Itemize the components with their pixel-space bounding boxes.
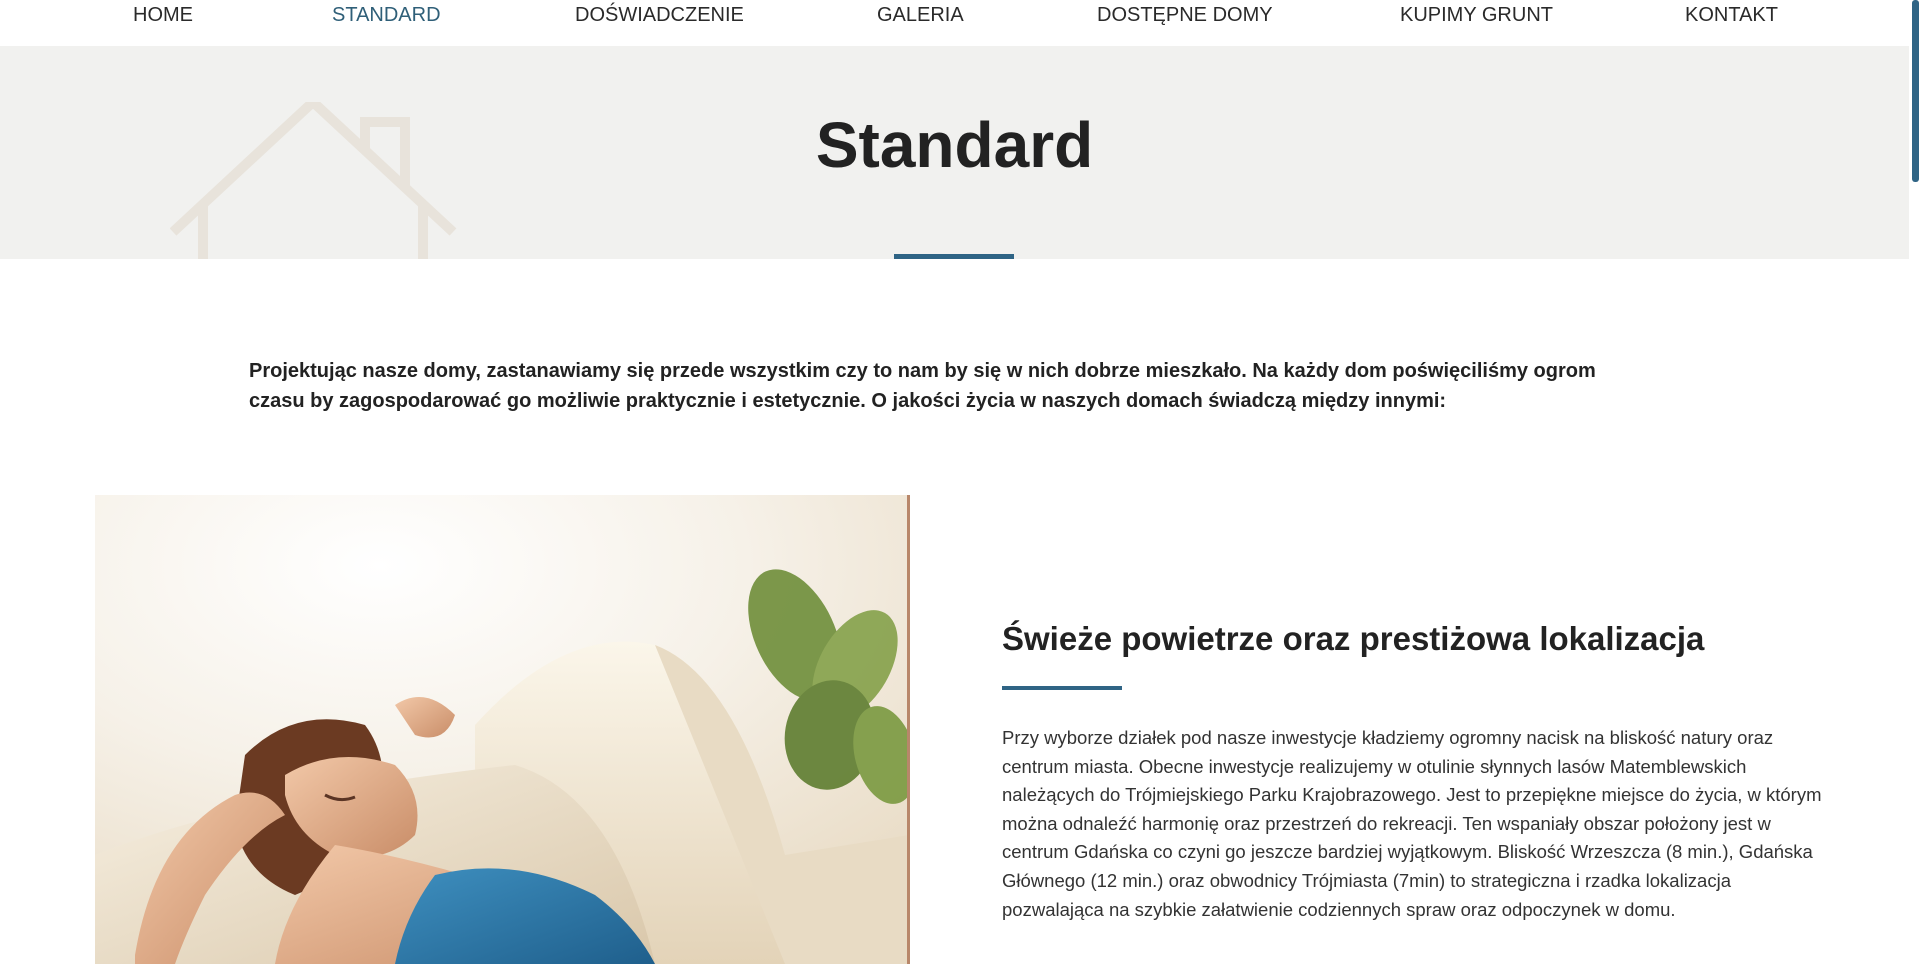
photo-edge (907, 495, 910, 964)
nav-item-standard[interactable]: STANDARD (332, 4, 441, 27)
page-hero: Standard (0, 46, 1909, 259)
nav-item-kupimy-grunt[interactable]: KUPIMY GRUNT (1400, 4, 1553, 27)
page-title: Standard (815, 109, 1094, 181)
nav-item-kontakt[interactable]: KONTAKT (1685, 4, 1778, 27)
nav-item-dostepne-domy[interactable]: DOSTĘPNE DOMY (1097, 4, 1273, 27)
main-nav: HOME STANDARD DOŚWIADCZENIE GALERIA DOST… (0, 0, 1909, 46)
relaxing-woman-photo (95, 495, 909, 964)
nav-item-home[interactable]: HOME (133, 4, 193, 27)
feature-title: Świeże powietrze oraz prestiżowa lokaliz… (1002, 620, 1705, 657)
nav-item-doswiadczenie[interactable]: DOŚWIADCZENIE (575, 4, 744, 27)
feature-description: Przy wyborze działek pod nasze inwestycj… (1002, 727, 1822, 920)
feature-underline (1002, 686, 1122, 690)
page-scrollbar[interactable] (1909, 0, 1919, 964)
intro-paragraph: Projektując nasze domy, zastanawiamy się… (249, 360, 1596, 412)
title-underline (894, 254, 1014, 259)
nav-item-galeria[interactable]: GALERIA (877, 4, 964, 27)
scrollbar-thumb[interactable] (1912, 0, 1919, 182)
